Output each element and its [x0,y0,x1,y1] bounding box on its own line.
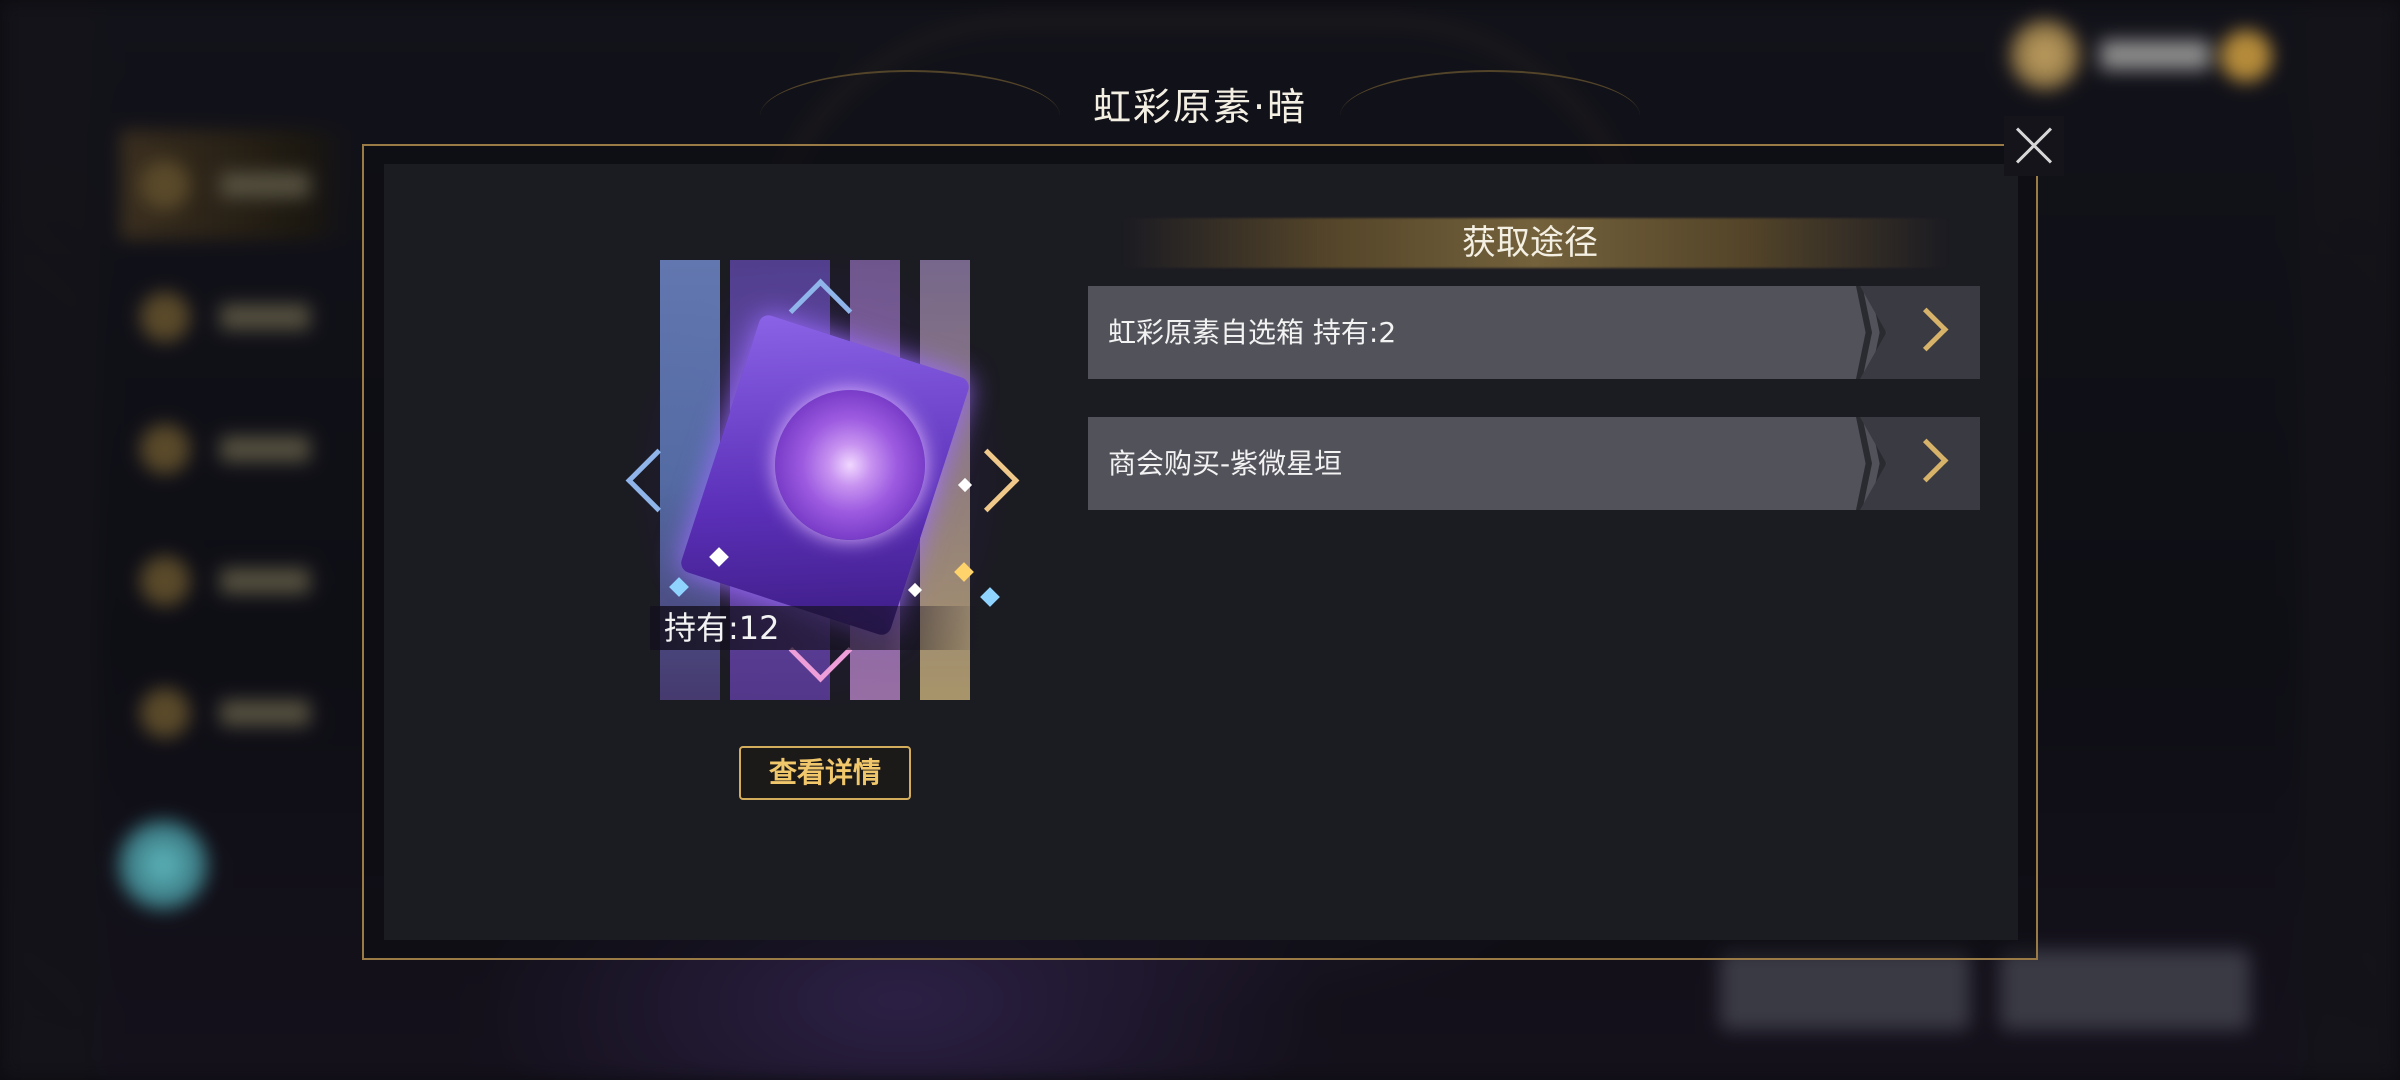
view-details-button[interactable]: 查看详情 [739,746,911,800]
dialog-title: 虹彩原素·暗 [1092,85,1308,129]
background-button [2000,950,2250,1030]
background-currency-icon [2220,30,2272,82]
background-button [1720,950,1970,1030]
owned-count: 持有:12 [650,606,984,650]
background-sidebar [120,130,350,850]
background-sidebar-item [120,526,350,636]
close-icon[interactable] [2004,116,2064,176]
game-screen: 虹彩原素·暗 持有:12 查看详情 获取途径 虹彩原素自选箱 持有:2 商会购买… [0,0,2400,1080]
background-edge-right [2300,0,2400,1080]
background-sidebar-item [120,658,350,768]
acquire-route-shop-purchase[interactable]: 商会购买-紫微星垣 [1088,417,1980,510]
background-sidebar-item [120,130,350,240]
background-player-name [2100,40,2210,70]
acquire-section-title: 获取途径 [1462,223,1598,263]
route-label: 商会购买-紫微星垣 [1108,447,1343,480]
background-edge-left [0,0,100,1080]
background-player-avatar [2010,20,2080,90]
acquire-route-selection-box[interactable]: 虹彩原素自选箱 持有:2 [1088,286,1980,379]
background-sidebar-item [120,262,350,372]
background-avatar-teal [118,820,208,910]
spiral-emblem [775,390,925,540]
background-sidebar-item [120,394,350,504]
route-label: 虹彩原素自选箱 持有:2 [1108,316,1397,349]
